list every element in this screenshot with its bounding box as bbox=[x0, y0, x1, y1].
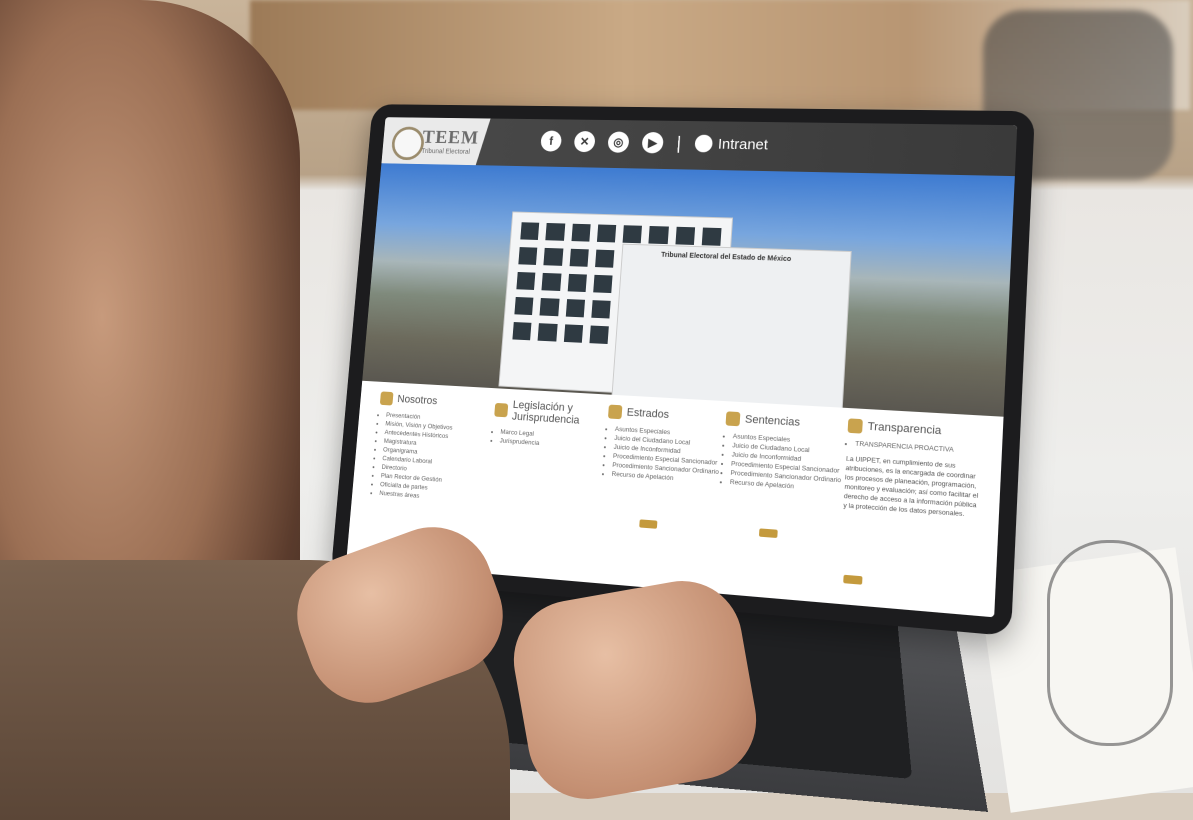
seal-icon bbox=[391, 126, 426, 160]
separator: | bbox=[676, 133, 682, 153]
more-button[interactable] bbox=[639, 519, 657, 528]
menu-title[interactable]: Nosotros bbox=[380, 391, 488, 411]
more-button[interactable] bbox=[759, 528, 778, 538]
menu-estrados: Estrados Asuntos Especiales Juicio del C… bbox=[604, 405, 725, 487]
eyeglasses bbox=[1047, 540, 1173, 746]
x-icon[interactable]: ✕ bbox=[574, 131, 596, 152]
estrados-icon bbox=[608, 405, 622, 420]
intranet-icon bbox=[694, 135, 713, 153]
menu-title[interactable]: Transparencia bbox=[848, 418, 986, 441]
youtube-icon[interactable]: ▶ bbox=[641, 132, 664, 154]
menu-transparencia: Transparencia TRANSPARENCIA PROACTIVA La… bbox=[843, 418, 986, 520]
menu-title[interactable]: Legislación y Jurisprudencia bbox=[494, 398, 607, 428]
more-button[interactable] bbox=[843, 575, 862, 585]
intranet-label: Intranet bbox=[717, 136, 768, 153]
building-right: Tribunal Electoral del Estado de México bbox=[611, 244, 852, 416]
transparencia-icon bbox=[848, 418, 863, 433]
transparencia-text: La UIPPET, en cumplimiento de sus atribu… bbox=[843, 454, 984, 520]
legislacion-icon bbox=[494, 403, 508, 417]
hero-image: Tribunal Electoral del Estado de México bbox=[362, 163, 1015, 416]
building-sign: Tribunal Electoral del Estado de México bbox=[661, 252, 791, 263]
menu-sentencias: Sentencias Asuntos Especiales Juicio de … bbox=[722, 411, 847, 494]
logo-text: TEEM bbox=[422, 127, 480, 149]
menu-title[interactable]: Estrados bbox=[608, 405, 725, 426]
facebook-icon[interactable]: f bbox=[540, 131, 562, 152]
intranet-link[interactable]: Intranet bbox=[694, 135, 768, 154]
social-links: f ✕ ◎ ▶ | Intranet bbox=[540, 131, 768, 156]
menu-nosotros: Nosotros Presentación Misión, Visión y O… bbox=[372, 391, 488, 505]
sentencias-icon bbox=[726, 411, 741, 426]
nosotros-icon bbox=[380, 391, 394, 405]
logo-subtitle: Tribunal Electoral bbox=[421, 148, 470, 155]
list-item[interactable]: TRANSPARENCIA PROACTIVA bbox=[855, 439, 985, 456]
menu-title[interactable]: Sentencias bbox=[726, 411, 847, 432]
menu-legislacion: Legislación y Jurisprudencia Marco Legal… bbox=[492, 398, 607, 452]
instagram-icon[interactable]: ◎ bbox=[607, 131, 629, 152]
